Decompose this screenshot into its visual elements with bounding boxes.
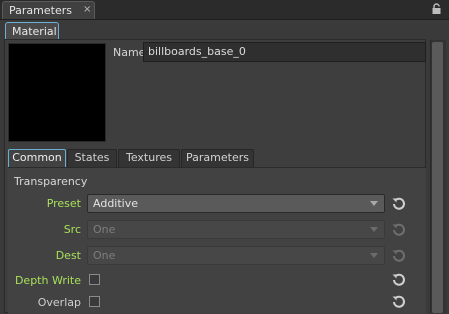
reset-icon[interactable] bbox=[391, 272, 406, 287]
preset-label: Preset bbox=[46, 197, 81, 210]
dock-tab-parameters[interactable]: Parameters × bbox=[2, 1, 95, 19]
tab-parameters[interactable]: Parameters bbox=[181, 149, 254, 167]
overlap-checkbox[interactable] bbox=[89, 296, 100, 307]
common-tab-content bbox=[8, 167, 426, 314]
src-select[interactable]: One bbox=[87, 220, 385, 239]
preset-select[interactable]: Additive bbox=[87, 194, 385, 213]
chevron-down-icon bbox=[370, 227, 378, 232]
tab-material[interactable]: Material bbox=[5, 22, 59, 40]
tab-textures[interactable]: Textures bbox=[118, 149, 180, 167]
dock-tab-title: Parameters bbox=[9, 4, 72, 17]
dock-tab-bar: Parameters × bbox=[0, 0, 449, 20]
src-value: One bbox=[93, 223, 116, 236]
reset-icon[interactable] bbox=[391, 294, 406, 309]
dest-label: Dest bbox=[55, 249, 81, 262]
section-title-transparency: Transparency bbox=[14, 175, 88, 188]
tab-material-label: Material bbox=[12, 25, 57, 38]
scrollbar-thumb[interactable] bbox=[432, 42, 443, 313]
overlap-label: Overlap bbox=[37, 296, 81, 309]
chevron-down-icon bbox=[370, 201, 378, 206]
name-label: Name bbox=[113, 46, 146, 59]
tab-common[interactable]: Common bbox=[8, 149, 66, 167]
tab-states[interactable]: States bbox=[67, 149, 117, 167]
chevron-down-icon bbox=[370, 253, 378, 258]
depth-write-label: Depth Write bbox=[14, 274, 81, 287]
depth-write-checkbox[interactable] bbox=[89, 274, 100, 285]
lock-icon[interactable] bbox=[431, 3, 442, 15]
preset-value: Additive bbox=[93, 197, 138, 210]
close-icon[interactable]: × bbox=[83, 4, 91, 15]
dest-value: One bbox=[93, 249, 116, 262]
dest-select[interactable]: One bbox=[87, 246, 385, 265]
reset-icon[interactable] bbox=[391, 248, 406, 263]
reset-icon[interactable] bbox=[391, 196, 406, 211]
src-label: Src bbox=[63, 223, 81, 236]
material-preview bbox=[8, 43, 106, 142]
reset-icon[interactable] bbox=[391, 222, 406, 237]
name-field[interactable]: billboards_base_0 bbox=[143, 42, 426, 62]
